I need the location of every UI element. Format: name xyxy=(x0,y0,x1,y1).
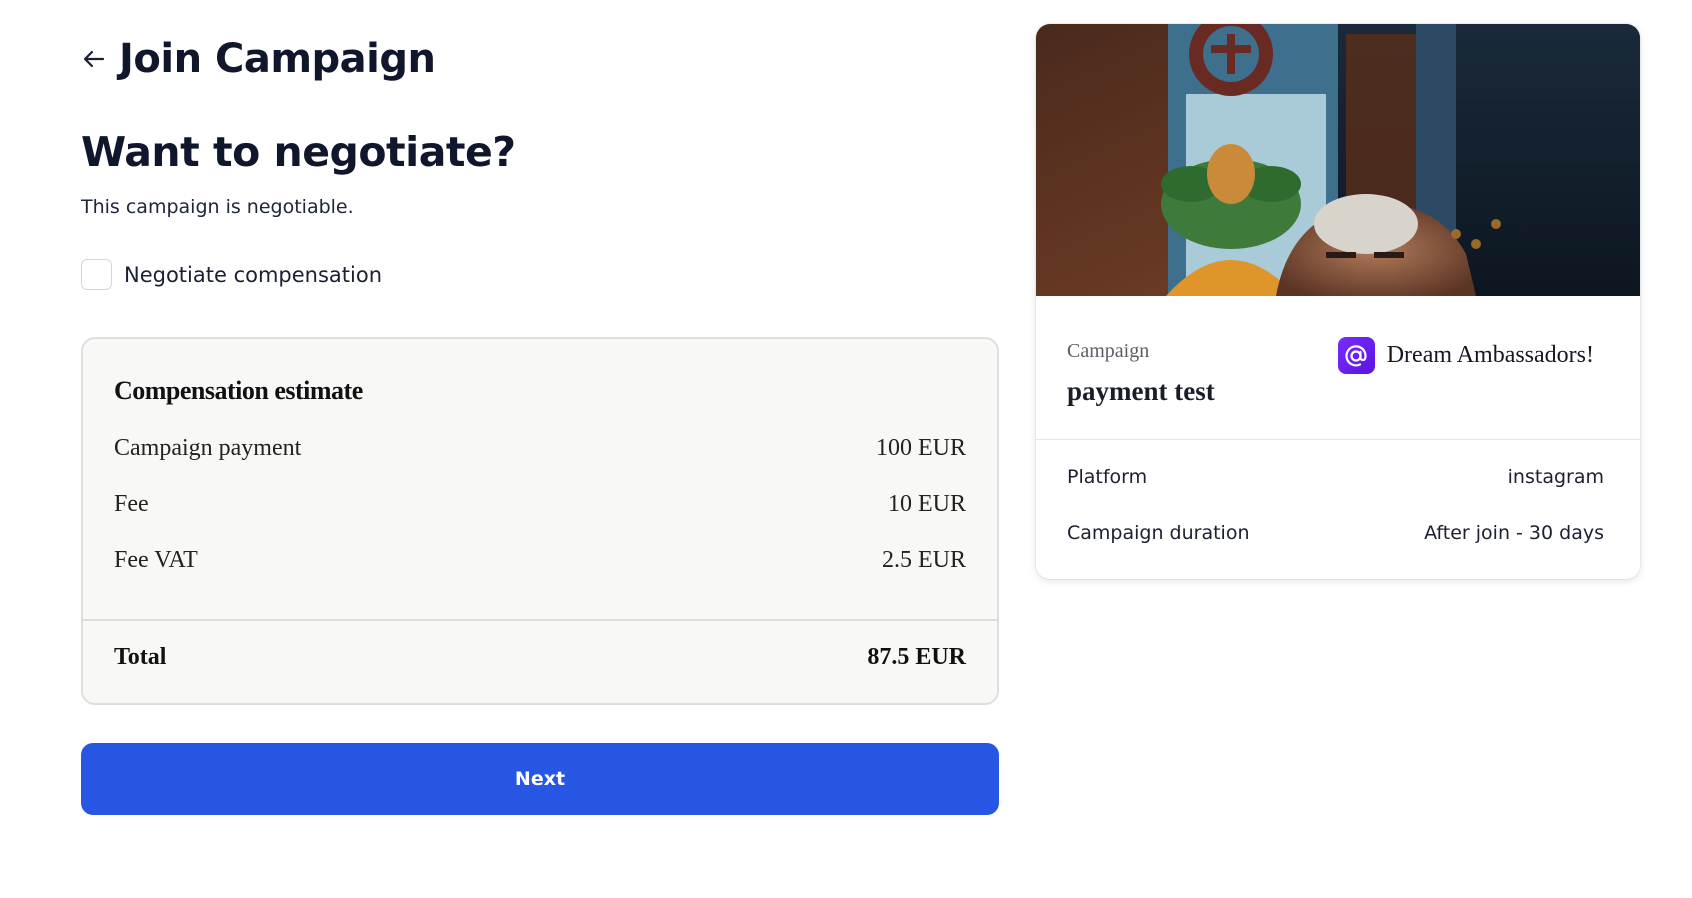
compensation-total-row: Total 87.5 EUR xyxy=(114,627,966,687)
brand-name: Dream Ambassadors! xyxy=(1386,342,1594,368)
info-value: instagram xyxy=(1507,466,1604,488)
negotiate-compensation-label: Negotiate compensation xyxy=(124,262,383,287)
next-button[interactable]: Next xyxy=(81,743,999,815)
total-value: 87.5 EUR xyxy=(867,643,966,670)
campaign-summary-card: Campaign payment test Dream Ambassadors!… xyxy=(1036,24,1640,579)
compensation-title: Compensation estimate xyxy=(114,376,363,405)
compensation-row-campaign-payment: Campaign payment 100 EUR xyxy=(114,435,966,462)
compensation-row-value: 100 EUR xyxy=(876,435,966,461)
page-header: Join Campaign xyxy=(81,36,436,82)
negotiate-title: Want to negotiate? xyxy=(81,128,516,176)
arrow-left-icon xyxy=(83,50,105,68)
campaign-name: payment test xyxy=(1067,376,1215,406)
info-label: Platform xyxy=(1067,466,1148,488)
info-row-platform: Platform instagram xyxy=(1067,466,1604,488)
info-row-campaign-duration: Campaign duration After join - 30 days xyxy=(1067,522,1604,544)
compensation-estimate-card: Compensation estimate Campaign payment 1… xyxy=(81,337,999,705)
compensation-row-label: Fee VAT xyxy=(114,547,198,573)
at-sign-icon xyxy=(1337,337,1375,374)
negotiate-compensation-checkbox[interactable] xyxy=(81,259,112,290)
negotiate-compensation-option[interactable]: Negotiate compensation xyxy=(81,259,382,290)
compensation-row-fee: Fee 10 EUR xyxy=(114,491,966,518)
compensation-row-value: 2.5 EUR xyxy=(882,547,966,573)
brand: Dream Ambassadors! xyxy=(1337,337,1594,374)
negotiate-subtitle: This campaign is negotiable. xyxy=(81,196,354,218)
card-divider xyxy=(1036,439,1640,440)
info-value: After join - 30 days xyxy=(1424,522,1604,544)
compensation-row-label: Fee xyxy=(114,491,149,517)
compensation-row-label: Campaign payment xyxy=(114,435,302,461)
compensation-divider xyxy=(83,619,997,621)
compensation-row-value: 10 EUR xyxy=(888,491,966,517)
back-button[interactable] xyxy=(81,46,107,72)
page-title: Join Campaign xyxy=(119,36,436,82)
campaign-cover-image xyxy=(1036,24,1640,296)
campaign-label: Campaign xyxy=(1067,340,1150,362)
total-label: Total xyxy=(114,643,167,670)
info-label: Campaign duration xyxy=(1067,522,1250,544)
compensation-row-fee-vat: Fee VAT 2.5 EUR xyxy=(114,547,966,574)
